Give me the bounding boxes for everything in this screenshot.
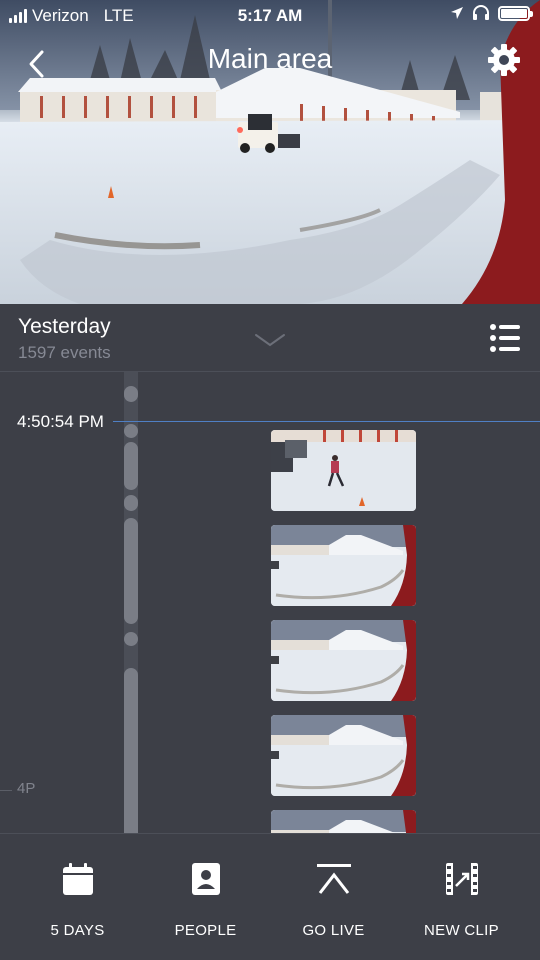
event-count: 1597 events <box>18 343 111 362</box>
five-days-button[interactable]: 5 DAYS <box>10 834 145 960</box>
event-marker[interactable] <box>124 424 138 438</box>
day-label: Yesterday <box>18 315 111 338</box>
calendar-icon <box>62 863 93 895</box>
event-marker[interactable] <box>124 632 138 646</box>
event-marker[interactable] <box>124 495 138 511</box>
event-marker[interactable] <box>124 518 138 624</box>
camera-live-view[interactable]: Verizon LTE 5:17 AM Main area <box>0 0 540 304</box>
event-timeline[interactable]: 4:50:54 PM 4P <box>0 372 540 833</box>
go-live-button[interactable]: GO LIVE <box>266 834 401 960</box>
new-clip-label: NEW CLIP <box>424 922 499 939</box>
event-marker[interactable] <box>124 386 138 402</box>
go-live-icon <box>316 864 351 894</box>
chevron-down-icon[interactable] <box>254 332 286 348</box>
person-badge-icon <box>191 863 220 895</box>
day-header: Yesterday 1597 events <box>0 304 540 372</box>
event-clip-1[interactable] <box>271 430 416 511</box>
list-view-icon[interactable] <box>490 322 520 354</box>
settings-button[interactable] <box>486 42 522 78</box>
hour-tick <box>0 790 12 791</box>
film-clip-icon <box>445 863 478 895</box>
current-time-label: 4:50:54 PM <box>17 412 104 431</box>
status-bar: Verizon LTE 5:17 AM <box>0 0 540 32</box>
bottom-toolbar: 5 DAYS PEOPLE GO LIVE NEW CLIP <box>0 833 540 960</box>
gear-icon <box>488 44 520 76</box>
event-clip-5[interactable] <box>271 810 416 833</box>
location-arrow-icon <box>451 7 463 19</box>
event-marker[interactable] <box>124 442 138 490</box>
headphones-icon <box>473 5 489 20</box>
battery-icon <box>498 5 533 21</box>
go-live-label: GO LIVE <box>302 922 365 939</box>
page-title: Main area <box>207 43 333 74</box>
event-clip-4[interactable] <box>271 715 416 796</box>
event-clip-3[interactable] <box>271 620 416 701</box>
event-clip-2[interactable] <box>271 525 416 606</box>
hour-marker-label: 4P <box>17 780 36 797</box>
people-label: PEOPLE <box>174 922 237 939</box>
current-time-line <box>113 421 540 422</box>
event-marker[interactable] <box>124 668 138 833</box>
new-clip-button[interactable]: NEW CLIP <box>394 834 529 960</box>
people-button[interactable]: PEOPLE <box>138 834 273 960</box>
five-days-label: 5 DAYS <box>50 922 105 939</box>
nav-bar: Main area <box>0 36 540 84</box>
